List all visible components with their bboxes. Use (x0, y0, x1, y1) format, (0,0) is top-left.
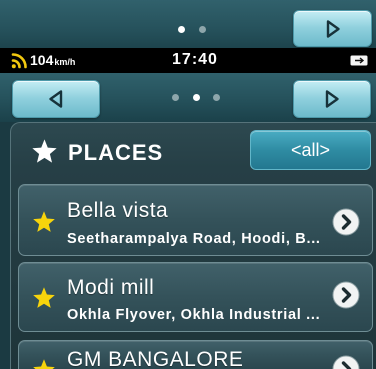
star-icon (33, 287, 55, 308)
list-item[interactable]: GM BANGALORE (18, 340, 373, 369)
next-page-button[interactable] (293, 80, 371, 118)
battery-icon (350, 55, 368, 66)
place-name: Modi mill (67, 276, 155, 299)
place-name: Bella vista (67, 199, 169, 222)
chevron-right-circle-icon[interactable] (332, 208, 360, 236)
places-panel: PLACES <all> Bella vista Seetharampalya … (10, 122, 376, 369)
page-dot-active (178, 26, 185, 33)
nav-row (0, 73, 376, 122)
page-dot-active (192, 94, 200, 101)
chevron-right-circle-icon[interactable] (332, 355, 360, 369)
star-icon (33, 211, 55, 232)
page-dot (172, 94, 179, 101)
top-next-button[interactable] (293, 10, 372, 47)
list-item[interactable]: Bella vista Seetharampalya Road, Hoodi, … (18, 184, 373, 256)
navigation-screen: 104km/h 17:40 PLACES <all> Bella vista S… (0, 0, 376, 369)
speed-readout: 104km/h (30, 52, 75, 69)
speed-unit: km/h (54, 57, 76, 67)
status-bar: 104km/h 17:40 (0, 48, 376, 73)
chevron-right-circle-icon[interactable] (332, 281, 360, 309)
gps-signal-icon (11, 53, 27, 69)
clock: 17:40 (172, 51, 218, 68)
page-indicator (172, 94, 220, 101)
right-arrow-icon (325, 90, 339, 108)
page-title: PLACES (68, 140, 164, 165)
page-dot (213, 94, 220, 101)
place-address: Seetharampalya Road, Hoodi, B... (67, 231, 321, 247)
top-strip (0, 0, 376, 48)
filter-all-button[interactable]: <all> (250, 130, 371, 170)
left-arrow-icon (49, 90, 63, 108)
list-item[interactable]: Modi mill Okhla Flyover, Okhla Industria… (18, 262, 373, 332)
right-arrow-icon (326, 19, 340, 38)
place-name: GM BANGALORE (67, 348, 244, 369)
previous-page-button[interactable] (12, 80, 100, 118)
page-dot (199, 26, 206, 33)
star-icon (32, 139, 57, 163)
page-indicator (178, 26, 206, 33)
star-icon (33, 359, 55, 369)
place-address: Okhla Flyover, Okhla Industrial ... (67, 307, 321, 323)
speed-value: 104 (30, 52, 54, 68)
